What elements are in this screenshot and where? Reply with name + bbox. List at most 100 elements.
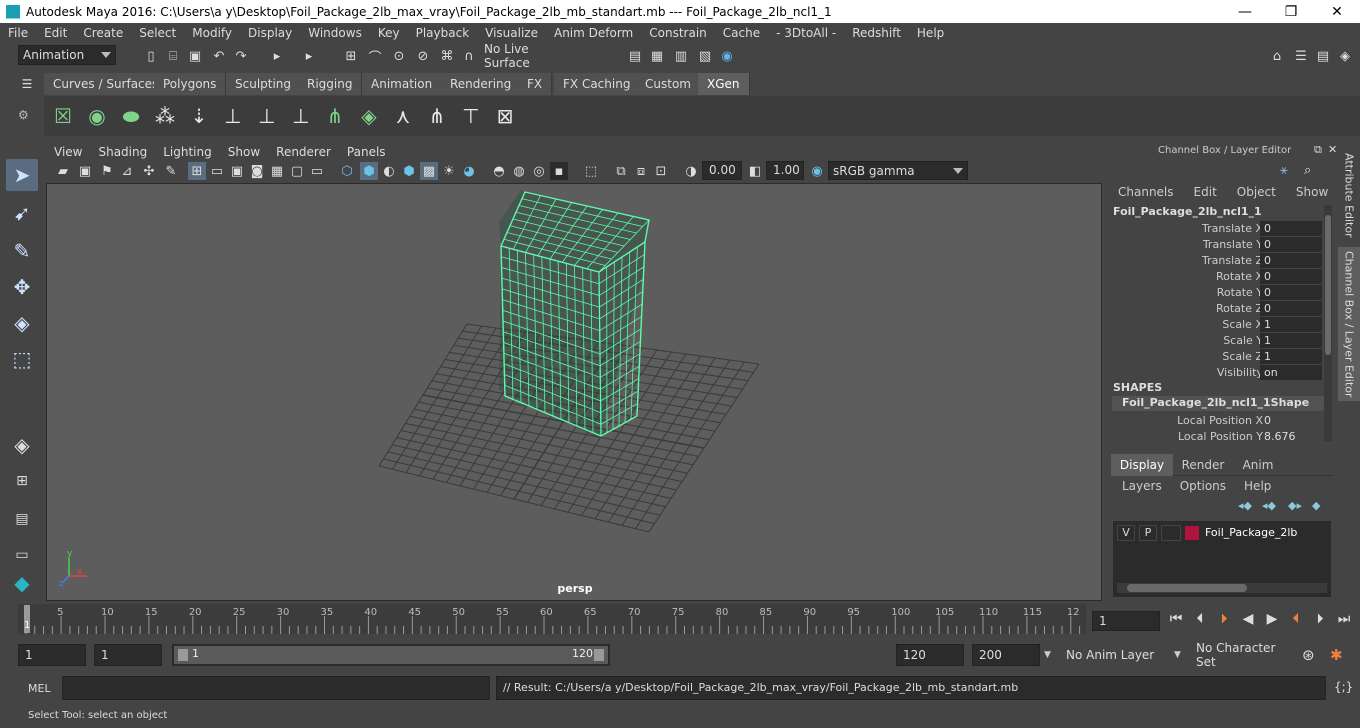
screen-space-ao-icon[interactable]: ◕ <box>460 162 478 180</box>
close-button[interactable]: ✕ <box>1314 0 1360 23</box>
scene-end-field[interactable]: 200 <box>972 644 1040 666</box>
tab-rendering[interactable]: Rendering <box>441 73 522 95</box>
scene-start-field[interactable]: 1 <box>18 644 86 666</box>
xgen-editor-icon[interactable]: ☒ <box>48 101 78 131</box>
attribute-row[interactable]: Translate Y0 <box>1108 237 1323 253</box>
snap-curve-icon[interactable]: ⌒ <box>366 47 384 66</box>
ipr-render-icon[interactable]: ▥ <box>672 47 690 65</box>
tab-channel-box-layer-editor[interactable]: Channel Box / Layer Editor <box>1338 247 1360 401</box>
range-slider[interactable]: 1 120 <box>172 644 610 666</box>
menu-edit[interactable]: Edit <box>36 26 75 40</box>
menu-playback[interactable]: Playback <box>408 26 478 40</box>
current-frame-field[interactable]: 1 <box>1092 611 1160 631</box>
new-layer-selected-icon[interactable]: ◆ <box>1312 499 1320 512</box>
render-view-icon[interactable]: ▧ <box>696 47 714 65</box>
layer-menu-options[interactable]: Options <box>1180 479 1226 493</box>
range-slider-handle[interactable] <box>174 646 608 664</box>
playback-start-field[interactable]: 1 <box>94 644 162 666</box>
antialiasing-icon[interactable]: ◍ <box>510 162 528 180</box>
playback-end-field[interactable]: 120 <box>896 644 964 666</box>
xray-joints-icon[interactable]: ⧉ <box>612 162 630 180</box>
xgen-lock-icon[interactable]: ⊥ <box>286 101 316 131</box>
step-forward-icon[interactable]: ⏵ <box>1310 611 1330 627</box>
vp-menu-renderer[interactable]: Renderer <box>268 145 339 159</box>
foil-package-mesh[interactable] <box>499 190 650 438</box>
command-input[interactable] <box>62 676 490 700</box>
snap-view-icon[interactable]: ⊘ <box>414 47 432 65</box>
select-hierarchy-icon[interactable]: ▸ <box>268 47 286 65</box>
menu-key[interactable]: Key <box>370 26 408 40</box>
attribute-value-field[interactable]: 0 <box>1260 413 1322 428</box>
vp-menu-show[interactable]: Show <box>220 145 268 159</box>
shelf-menu-icon[interactable]: ☰ <box>18 75 36 93</box>
attribute-row[interactable]: Visibility on <box>1108 365 1323 381</box>
attribute-value-field[interactable]: 1 <box>1260 333 1322 348</box>
xgen-comb-icon[interactable]: ⋔ <box>422 101 452 131</box>
tab-rigging[interactable]: Rigging <box>298 73 363 95</box>
xgen-add-icon[interactable]: ⊥ <box>218 101 248 131</box>
maximize-button[interactable]: ❐ <box>1268 0 1314 23</box>
attribute-row[interactable]: Scale X1 <box>1108 317 1323 333</box>
step-back-icon[interactable]: ⏴ <box>1190 611 1210 627</box>
select-tool-icon[interactable]: ➤ <box>6 159 38 191</box>
isolate-select-icon[interactable]: ▪ <box>550 162 568 180</box>
magnet-icon[interactable]: ∩ <box>460 47 478 65</box>
redo-icon[interactable]: ↷ <box>232 47 250 65</box>
time-slider[interactable]: 5 10 15 20 25 30 35 40 45 50 55 60 65 70 75 80 85 90 95 100… <box>18 604 1086 634</box>
auto-key-icon[interactable]: ⊛ <box>1302 646 1315 664</box>
attribute-value-field[interactable]: 0 <box>1260 237 1322 252</box>
tab-animation[interactable]: Animation <box>362 73 443 95</box>
motion-blur-icon[interactable]: ◓ <box>490 162 508 180</box>
play-backward-icon[interactable]: ◀ <box>1238 611 1258 627</box>
textured-icon[interactable]: ⬢ <box>400 162 418 180</box>
menu-display[interactable]: Display <box>240 26 300 40</box>
gamma-field[interactable]: 1.00 <box>766 161 804 180</box>
move-tool-icon[interactable]: ✥ <box>6 271 38 303</box>
vp-menu-lighting[interactable]: Lighting <box>155 145 220 159</box>
layer-list-scrollbar[interactable] <box>1117 583 1327 593</box>
xgen-delete-icon[interactable]: ⊠ <box>490 101 520 131</box>
shape-name[interactable]: Foil_Package_2lb_ncl1_1Shape <box>1112 396 1324 411</box>
xray-components-icon[interactable]: ⧈ <box>632 162 650 180</box>
xgen-preview-icon[interactable]: ◉ <box>82 101 112 131</box>
move-layer-down-icon[interactable]: ◂◆ <box>1262 499 1276 512</box>
step-forward-key-icon[interactable]: ⏴ <box>1286 611 1306 627</box>
menu-constrain[interactable]: Constrain <box>641 26 715 40</box>
live-surface-field[interactable]: No Live Surface <box>480 42 576 70</box>
tab-polygons[interactable]: Polygons <box>154 73 227 95</box>
xgen-cut-icon[interactable]: ⊤ <box>456 101 486 131</box>
toggle-channel-box-icon[interactable]: ◈ <box>1336 47 1354 65</box>
scrollbar-thumb[interactable] <box>1127 584 1247 592</box>
object-name[interactable]: Foil_Package_2lb_ncl1_1 <box>1113 205 1262 218</box>
close-panel-icon[interactable]: ✕ <box>1328 143 1337 156</box>
film-gate-icon[interactable]: ▭ <box>208 162 226 180</box>
channel-box-scrollbar[interactable] <box>1324 205 1332 441</box>
menu-select[interactable]: Select <box>131 26 184 40</box>
xgen-grid-icon[interactable]: ◈ <box>354 101 384 131</box>
cb-menu-show[interactable]: Show <box>1296 185 1328 199</box>
attribute-row[interactable]: Rotate X0 <box>1108 269 1323 285</box>
scale-tool-icon[interactable]: ⬚ <box>6 343 38 375</box>
select-object-icon[interactable]: ▸ <box>300 47 318 65</box>
grease-pencil-icon[interactable]: ✎ <box>162 162 180 180</box>
xgen-place-guide-icon[interactable]: ⇣ <box>184 101 214 131</box>
tab-sculpting[interactable]: Sculpting <box>226 73 302 95</box>
shape-attribute-row[interactable]: Local Position Y 8.676 <box>1108 429 1323 445</box>
camera-attributes-icon[interactable]: ▣ <box>76 162 94 180</box>
attribute-value-field[interactable]: 0 <box>1260 269 1322 284</box>
menu-file[interactable]: File <box>0 26 36 40</box>
cb-menu-channels[interactable]: Channels <box>1118 185 1174 199</box>
colorspace-selector[interactable]: sRGB gamma <box>828 161 968 180</box>
cb-menu-edit[interactable]: Edit <box>1194 185 1217 199</box>
layer-menu-layers[interactable]: Layers <box>1122 479 1162 493</box>
safe-title-icon[interactable]: ▭ <box>308 162 326 180</box>
render-frame-icon[interactable]: ▦ <box>648 47 666 65</box>
lasso-tool-icon[interactable]: ➹ <box>6 197 38 229</box>
menu-3dtoall[interactable]: - 3DtoAll - <box>768 26 844 40</box>
tab-fx-caching[interactable]: FX Caching <box>554 73 641 95</box>
range-end-grip[interactable] <box>594 649 604 661</box>
xgen-primitive-icon[interactable]: ⬬ <box>116 101 146 131</box>
vp-menu-view[interactable]: View <box>46 145 90 159</box>
float-panel-icon[interactable]: ⧉ <box>1314 143 1322 157</box>
chevron-down-icon[interactable]: ▼ <box>1044 650 1051 660</box>
